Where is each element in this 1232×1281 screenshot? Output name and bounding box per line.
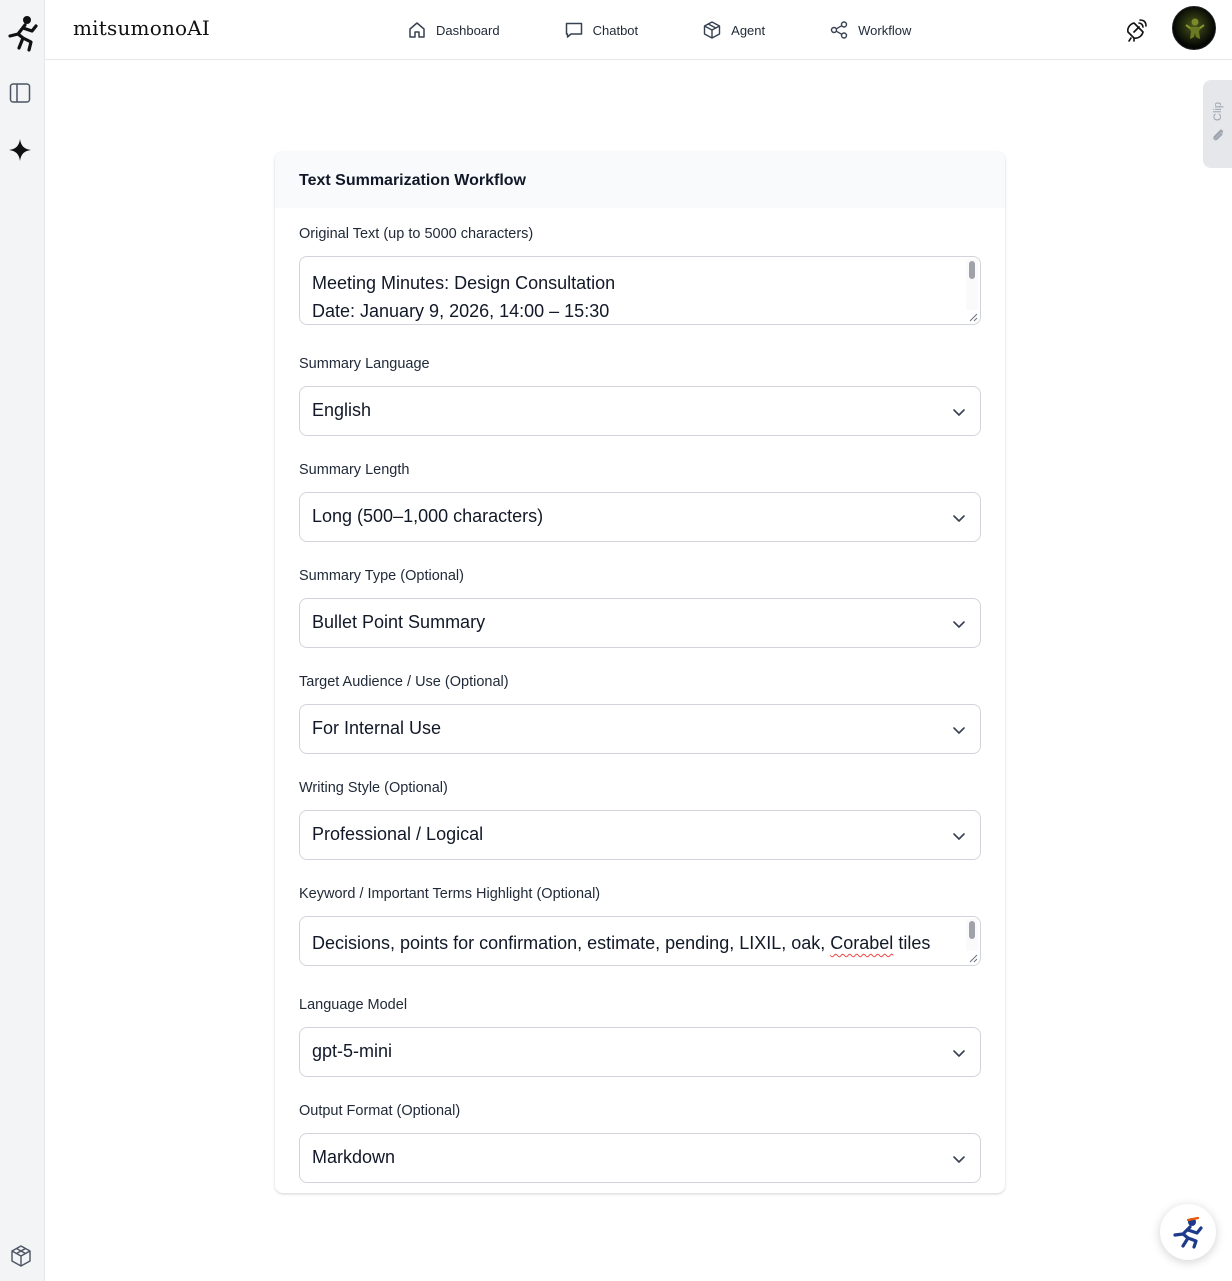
nav-item-workflow[interactable]: Workflow xyxy=(829,20,911,40)
left-rail xyxy=(0,0,45,1281)
keywords-scrollbar-thumb[interactable] xyxy=(969,921,975,939)
original-text-input[interactable]: Meeting Minutes: Design Consultation Dat… xyxy=(299,256,981,325)
keywords-misspelled-word: Corabel xyxy=(830,933,894,953)
output-format-label: Output Format (Optional) xyxy=(299,1103,461,1119)
original-text-line-1: Meeting Minutes: Design Consultation xyxy=(312,273,616,293)
writing-style-value: Professional / Logical xyxy=(312,824,484,844)
card-title: Text Summarization Workflow xyxy=(275,152,1005,208)
target-audience-label: Target Audience / Use (Optional) xyxy=(299,674,509,690)
assistant-fab-button[interactable] xyxy=(1160,1204,1216,1260)
keywords-text: Decisions, points for confirmation, esti… xyxy=(312,933,831,953)
chevron-down-icon xyxy=(953,1156,965,1163)
sparkle-icon[interactable] xyxy=(8,138,32,162)
chevron-down-icon xyxy=(953,409,965,416)
sidebar-panel-icon[interactable] xyxy=(9,82,31,104)
keywords-input[interactable]: Decisions, points for confirmation, esti… xyxy=(299,916,981,966)
resize-handle-icon[interactable] xyxy=(966,310,978,322)
target-audience-select[interactable]: For Internal Use xyxy=(299,704,981,754)
summary-language-label: Summary Language xyxy=(299,356,430,372)
writing-style-select[interactable]: Professional / Logical xyxy=(299,810,981,860)
ninja-mascot-icon xyxy=(1173,1216,1203,1249)
cube-icon xyxy=(703,21,721,39)
clip-label: Clip xyxy=(1212,102,1224,121)
nav-item-dashboard[interactable]: Dashboard xyxy=(407,20,500,40)
original-text-line-2: Date: January 9, 2026, 14:00 – 15:30 xyxy=(312,301,610,321)
top-header: mitsumonoAI Dashboard Chatbot Agent Work… xyxy=(45,0,1232,60)
workflow-form-card: Text Summarization Workflow Original Tex… xyxy=(275,152,1005,1193)
chevron-down-icon xyxy=(953,1050,965,1057)
nav-label-workflow: Workflow xyxy=(858,22,912,38)
resize-handle-icon[interactable] xyxy=(966,951,978,963)
box-icon[interactable] xyxy=(9,1244,33,1268)
clip-tab[interactable]: Clip xyxy=(1203,80,1232,168)
writing-style-label: Writing Style (Optional) xyxy=(299,780,448,796)
language-model-select[interactable]: gpt-5-mini xyxy=(299,1027,981,1077)
chevron-down-icon xyxy=(953,833,965,840)
summary-length-value: Long (500–1,000 characters) xyxy=(312,506,544,526)
output-format-select[interactable]: Markdown xyxy=(299,1133,981,1183)
nav-label-agent: Agent xyxy=(731,22,766,38)
satellite-dish-icon[interactable] xyxy=(1123,17,1149,43)
original-text-label: Original Text (up to 5000 characters) xyxy=(299,226,534,242)
summary-type-select[interactable]: Bullet Point Summary xyxy=(299,598,981,648)
original-text-scrollbar-thumb[interactable] xyxy=(969,261,975,279)
home-icon xyxy=(409,22,425,38)
keywords-text-end: tiles xyxy=(893,933,931,953)
target-audience-value: For Internal Use xyxy=(312,718,442,738)
avatar-figure-icon xyxy=(1185,18,1205,39)
chevron-down-icon xyxy=(953,727,965,734)
main-nav: Dashboard Chatbot Agent Workflow xyxy=(407,0,975,60)
keywords-label: Keyword / Important Terms Highlight (Opt… xyxy=(299,886,601,902)
share-nodes-icon xyxy=(830,21,848,39)
chat-bubble-icon xyxy=(565,22,582,38)
summary-length-label: Summary Length xyxy=(299,462,410,478)
language-model-value: gpt-5-mini xyxy=(312,1041,393,1061)
summary-language-value: English xyxy=(312,400,372,420)
nav-item-agent[interactable]: Agent xyxy=(702,20,765,40)
brand-name[interactable]: mitsumonoAI xyxy=(73,16,210,40)
summary-type-label: Summary Type (Optional) xyxy=(299,568,464,584)
language-model-label: Language Model xyxy=(299,997,408,1013)
nav-label-dashboard: Dashboard xyxy=(436,22,500,38)
chevron-down-icon xyxy=(953,515,965,522)
output-format-value: Markdown xyxy=(312,1147,396,1167)
chevron-down-icon xyxy=(953,621,965,628)
summary-type-value: Bullet Point Summary xyxy=(312,612,486,632)
summary-language-select[interactable]: English xyxy=(299,386,981,436)
nav-label-chatbot: Chatbot xyxy=(592,22,639,38)
paperclip-icon xyxy=(1213,129,1224,141)
nav-item-chatbot[interactable]: Chatbot xyxy=(564,20,639,40)
avatar[interactable] xyxy=(1172,6,1216,50)
summary-length-select[interactable]: Long (500–1,000 characters) xyxy=(299,492,981,542)
runner-logo-icon[interactable] xyxy=(5,14,39,52)
